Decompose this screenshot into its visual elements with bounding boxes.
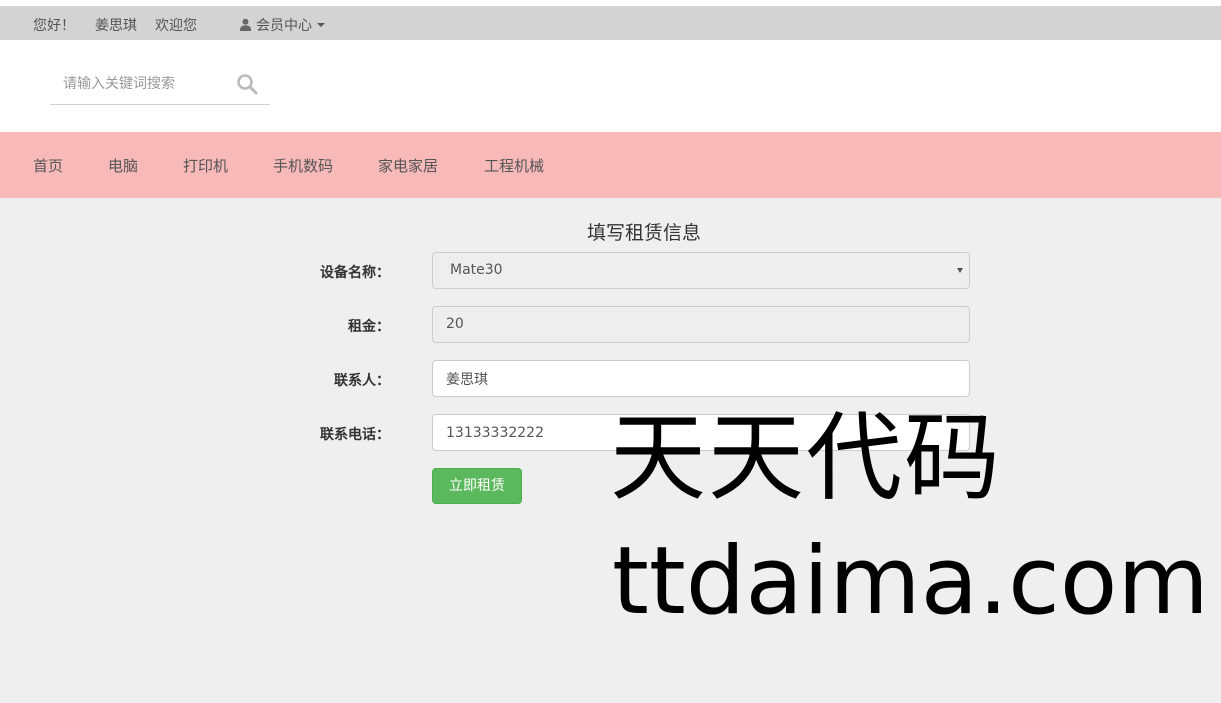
search-box (50, 64, 270, 105)
chevron-down-icon (317, 23, 325, 27)
nav-item-engineering-machinery[interactable]: 工程机械 (484, 155, 544, 176)
greeting-text: 您好！ (33, 18, 75, 34)
watermark-cn: 天天代码 (610, 402, 1002, 514)
device-name-select[interactable]: Mate30 (432, 252, 970, 289)
watermark-en: ttdaima.com (612, 527, 1209, 636)
header (0, 40, 1221, 132)
contact-person-label: 联系人： (334, 373, 390, 389)
nav-item-mobile-digital[interactable]: 手机数码 (273, 155, 333, 176)
search-input[interactable] (50, 64, 238, 104)
member-center-label: 会员中心 (256, 18, 312, 34)
rent-now-button[interactable]: 立即租赁 (432, 468, 522, 504)
phone-label: 联系电话： (320, 427, 390, 443)
contact-person-input[interactable] (432, 360, 970, 397)
nav-item-computer[interactable]: 电脑 (108, 155, 138, 176)
username-link[interactable]: 姜思琪 (95, 15, 137, 35)
rent-value: 20 (446, 316, 464, 332)
device-name-value: Mate30 (450, 262, 503, 278)
nav-item-home[interactable]: 首页 (33, 155, 63, 176)
welcome-text: 欢迎您 (155, 18, 197, 34)
top-bar: 您好！ 姜思琪 欢迎您 会员中心 (0, 6, 1221, 40)
rent-field: 20 (432, 306, 970, 343)
member-center-dropdown[interactable]: 会员中心 (239, 15, 325, 35)
nav-item-printer[interactable]: 打印机 (183, 155, 228, 176)
user-icon (239, 18, 252, 31)
form-title: 填写租赁信息 (586, 222, 701, 244)
rent-label: 租金： (348, 319, 390, 335)
device-name-label: 设备名称： (320, 265, 390, 281)
select-arrow-icon (957, 268, 963, 273)
search-icon[interactable] (236, 73, 258, 95)
main-nav: 首页 电脑 打印机 手机数码 家电家居 工程机械 (0, 132, 1221, 198)
nav-item-home-appliance[interactable]: 家电家居 (378, 155, 438, 176)
